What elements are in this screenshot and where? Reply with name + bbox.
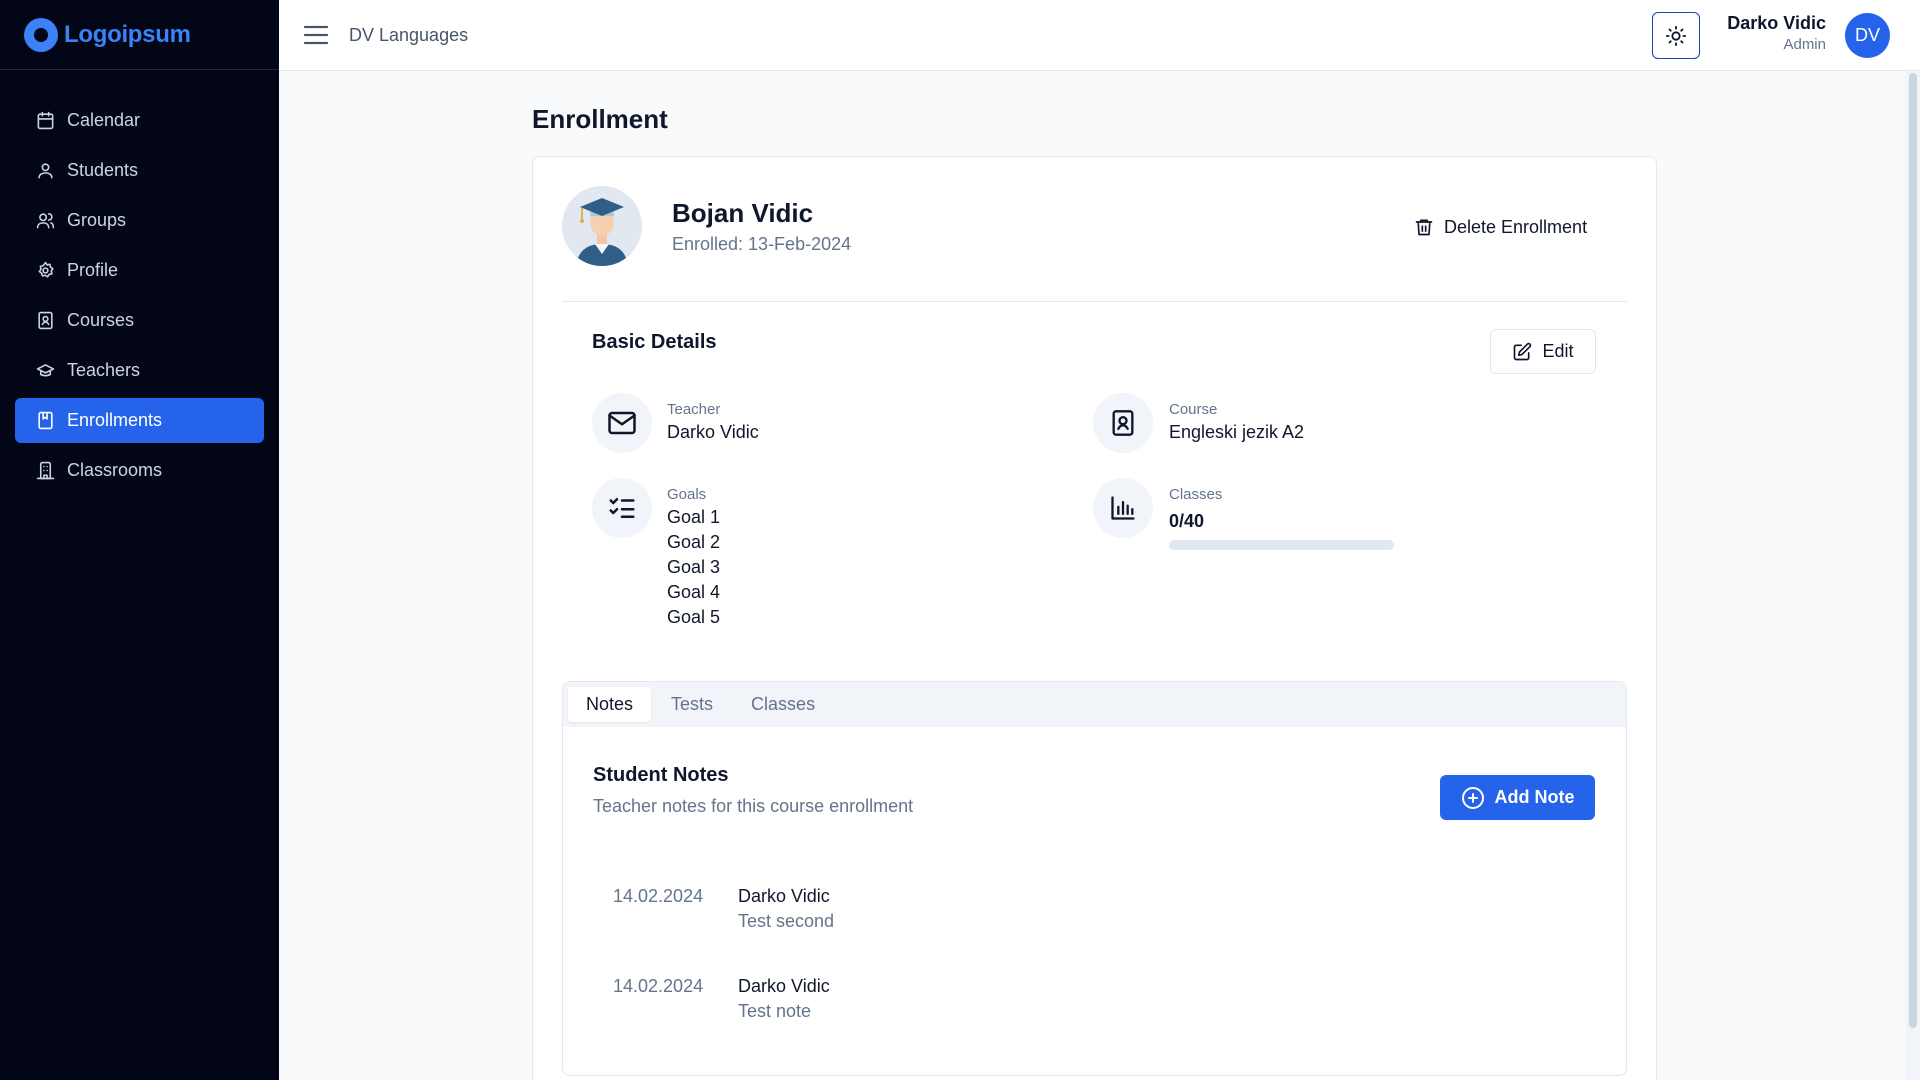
user-info[interactable]: Darko Vidic Admin: [1690, 13, 1826, 53]
sidebar-item-groups[interactable]: Groups: [15, 198, 264, 243]
mail-icon: [592, 393, 652, 453]
notes-title: Student Notes: [593, 764, 729, 786]
classes-progress: [1169, 540, 1394, 550]
goal-item: Goal 4: [667, 582, 721, 602]
notebook-icon: [35, 411, 55, 431]
course-value: Engleski jezik A2: [1169, 422, 1305, 442]
avatar[interactable]: DV: [1845, 13, 1890, 58]
note-author: Darko Vidic: [738, 886, 830, 906]
sidebar-item-label: Courses: [67, 310, 135, 330]
basic-details-title: Basic Details: [592, 331, 717, 353]
note-text: Test second: [738, 911, 835, 931]
student-graduate-icon: [562, 186, 642, 266]
users-icon: [35, 211, 55, 231]
classes-label: Classes: [1169, 486, 1223, 503]
notes-subtitle: Teacher notes for this course enrollment: [593, 796, 914, 816]
sidebar-item-profile[interactable]: Profile: [15, 248, 264, 293]
goal-item: Goal 2: [667, 532, 721, 552]
note-date: 14.02.2024: [613, 976, 704, 996]
logo-text: Logoipsum: [64, 20, 191, 48]
book-user-icon: [1093, 393, 1153, 453]
user-name: Darko Vidic: [1727, 13, 1826, 33]
teacher-value: Darko Vidic: [667, 422, 759, 442]
enrolled-date: Enrolled: 13-Feb-2024: [672, 234, 852, 254]
sidebar-item-students[interactable]: Students: [15, 148, 264, 193]
edit-button[interactable]: Edit: [1490, 329, 1596, 374]
sidebar-item-teachers[interactable]: Teachers: [15, 348, 264, 393]
tab-notes[interactable]: Notes: [568, 687, 652, 722]
sidebar-item-label: Classrooms: [67, 460, 163, 480]
sidebar-item-calendar[interactable]: Calendar: [15, 98, 264, 143]
goal-item: Goal 5: [667, 607, 721, 627]
goal-item: Goal 1: [667, 507, 721, 527]
scrollbar[interactable]: [1906, 71, 1920, 1080]
teacher-label: Teacher: [667, 401, 721, 418]
page-title: Enrollment: [532, 104, 668, 134]
logo[interactable]: Logoipsum: [0, 0, 279, 70]
goals-label: Goals: [667, 486, 707, 503]
sidebar-item-label: Students: [67, 160, 139, 180]
student-name: Bojan Vidic: [672, 198, 814, 228]
note-author: Darko Vidic: [738, 976, 830, 996]
user-icon: [35, 161, 55, 181]
building-icon: [35, 461, 55, 481]
note-date: 14.02.2024: [613, 886, 704, 906]
goal-item: Goal 3: [667, 557, 721, 577]
graduation-cap-icon: [35, 361, 55, 381]
book-user-icon: [35, 311, 55, 331]
hamburger-icon: [303, 25, 329, 45]
trash-icon: [1415, 219, 1433, 236]
sidebar-nav: Calendar Students Groups Profile Courses: [0, 70, 279, 493]
sidebar-item-label: Groups: [67, 210, 127, 230]
menu-toggle-button[interactable]: [302, 21, 330, 49]
list-checks-icon: [592, 478, 652, 538]
sidebar-item-label: Calendar: [67, 110, 141, 130]
plus-circle-icon: [1461, 786, 1484, 809]
app-name: DV Languages: [349, 24, 469, 45]
tab-tests[interactable]: Tests: [653, 687, 731, 722]
sun-icon: [1665, 25, 1687, 46]
scroll-thumb[interactable]: [1909, 73, 1917, 1028]
classes-value: 0/40: [1169, 511, 1205, 531]
tabs-bar: Notes Tests Classes: [563, 682, 1626, 727]
sidebar-item-label: Profile: [67, 260, 119, 280]
divider: [562, 301, 1627, 302]
edit-label: Edit: [1542, 341, 1574, 361]
sidebar-item-label: Teachers: [67, 360, 141, 380]
calendar-icon: [35, 111, 55, 131]
logo-mark-icon: [24, 17, 58, 52]
sidebar-item-classrooms[interactable]: Classrooms: [15, 448, 264, 493]
student-avatar: [562, 186, 642, 266]
sidebar-item-courses[interactable]: Courses: [15, 298, 264, 343]
goals-list: Goal 1 Goal 2 Goal 3 Goal 4 Goal 5: [667, 505, 720, 630]
delete-enrollment-label: Delete Enrollment: [1444, 216, 1588, 237]
tabs-panel: Notes Tests Classes: [562, 681, 1627, 1076]
user-role: Admin: [1783, 36, 1826, 53]
gear-icon: [35, 261, 55, 281]
sidebar-item-enrollments[interactable]: Enrollments: [15, 398, 264, 443]
add-note-button[interactable]: Add Note: [1440, 775, 1595, 820]
tab-classes[interactable]: Classes: [733, 687, 833, 722]
course-label: Course: [1169, 401, 1218, 418]
edit-icon: [1514, 342, 1532, 360]
sidebar: Logoipsum Calendar Students Groups Profi…: [0, 0, 279, 1080]
add-note-label: Add Note: [1494, 787, 1575, 807]
sidebar-item-label: Enrollments: [67, 410, 163, 430]
delete-enrollment-button[interactable]: Delete Enrollment: [1414, 212, 1587, 242]
note-text: Test note: [738, 1001, 812, 1021]
bar-chart-icon: [1093, 478, 1153, 538]
